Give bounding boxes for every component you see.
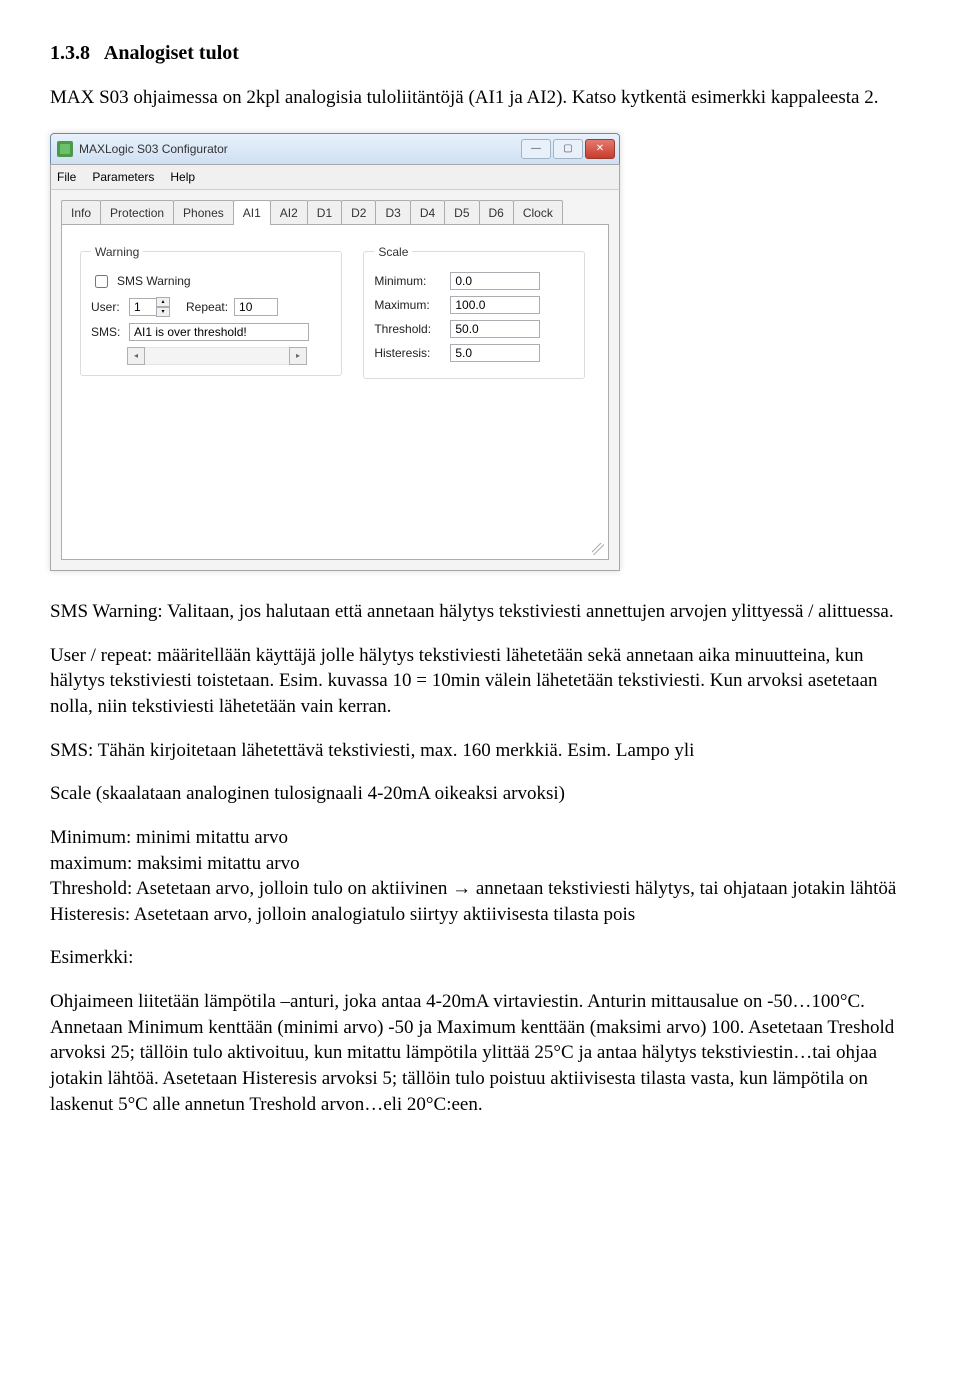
tab-d4[interactable]: D4 — [410, 200, 445, 225]
menu-file[interactable]: File — [57, 169, 76, 185]
histeresis-input[interactable] — [450, 344, 540, 362]
tab-d6[interactable]: D6 — [479, 200, 514, 225]
maximize-button[interactable]: ▢ — [553, 139, 583, 159]
p-example-body: Ohjaimeen liitetään lämpötila –anturi, j… — [50, 989, 910, 1117]
sms-label: SMS: — [91, 324, 123, 340]
configurator-window: MAXLogic S03 Configurator — ▢ ✕ File Par… — [50, 133, 620, 571]
menu-parameters[interactable]: Parameters — [92, 169, 154, 185]
user-label: User: — [91, 299, 123, 315]
maximum-input[interactable] — [450, 296, 540, 314]
p-scale: Scale (skaalataan analoginen tulosignaal… — [50, 781, 910, 807]
repeat-label: Repeat: — [186, 299, 228, 315]
user-input[interactable] — [129, 298, 157, 316]
chevron-left-icon: ◂ — [134, 351, 138, 362]
minimum-label: Minimum: — [374, 273, 444, 289]
tab-d3[interactable]: D3 — [375, 200, 410, 225]
p-threshold: Threshold: Asetetaan arvo, jolloin tulo … — [50, 876, 910, 902]
tab-info[interactable]: Info — [61, 200, 101, 225]
close-button[interactable]: ✕ — [585, 139, 615, 159]
titlebar: MAXLogic S03 Configurator — ▢ ✕ — [50, 133, 620, 164]
p-minimum: Minimum: minimi mitattu arvo — [50, 825, 910, 851]
tab-ai2[interactable]: AI2 — [270, 200, 308, 225]
tab-clock[interactable]: Clock — [513, 200, 563, 225]
user-spin-up[interactable]: ▴ — [156, 297, 170, 307]
p-example-heading: Esimerkki: — [50, 945, 910, 971]
app-icon — [57, 141, 73, 157]
intro-paragraph: MAX S03 ohjaimessa on 2kpl analogisia tu… — [50, 85, 910, 111]
legend-warning: Warning — [91, 244, 143, 260]
sms-warning-label: SMS Warning — [117, 273, 191, 289]
sms-warning-checkbox[interactable] — [95, 275, 108, 288]
menu-help[interactable]: Help — [170, 169, 195, 185]
close-icon: ✕ — [596, 142, 604, 156]
sms-scrollbar-track[interactable] — [145, 347, 289, 365]
tabstrip: Info Protection Phones AI1 AI2 D1 D2 D3 … — [61, 200, 609, 225]
p-user-repeat: User / repeat: määritellään käyttäjä jol… — [50, 643, 910, 720]
user-spin-down[interactable]: ▾ — [156, 307, 170, 317]
window-title: MAXLogic S03 Configurator — [79, 141, 519, 157]
section-heading: 1.3.8 Analogiset tulot — [50, 40, 910, 67]
p-histeresis: Histeresis: Asetetaan arvo, jolloin anal… — [50, 902, 910, 928]
p-maximum: maximum: maksimi mitattu arvo — [50, 851, 910, 877]
fieldset-scale: Scale Minimum: Maximum: Threshold: Histe… — [363, 251, 585, 379]
maximum-label: Maximum: — [374, 297, 444, 313]
tab-protection[interactable]: Protection — [100, 200, 174, 225]
p-sms: SMS: Tähän kirjoitetaan lähetettävä teks… — [50, 738, 910, 764]
section-number: 1.3.8 — [50, 42, 90, 64]
client-area: Info Protection Phones AI1 AI2 D1 D2 D3 … — [50, 190, 620, 571]
p-sms-warning: SMS Warning: Valitaan, jos halutaan että… — [50, 599, 910, 625]
minimum-input[interactable] — [450, 272, 540, 290]
threshold-input[interactable] — [450, 320, 540, 338]
menubar: File Parameters Help — [50, 164, 620, 190]
threshold-label: Threshold: — [374, 321, 444, 337]
tab-d1[interactable]: D1 — [307, 200, 342, 225]
repeat-input[interactable] — [234, 298, 278, 316]
minimize-button[interactable]: — — [521, 139, 551, 159]
fieldset-warning: Warning SMS Warning User: ▴ ▾ Repeat: — [80, 251, 342, 376]
histeresis-label: Histeresis: — [374, 345, 444, 361]
legend-scale: Scale — [374, 244, 412, 260]
sms-input[interactable] — [129, 323, 309, 341]
tab-d5[interactable]: D5 — [444, 200, 479, 225]
tab-ai1[interactable]: AI1 — [233, 200, 271, 225]
section-title: Analogiset tulot — [104, 42, 239, 64]
resize-grip-icon[interactable] — [592, 543, 604, 555]
chevron-right-icon: ▸ — [296, 351, 300, 362]
tabpane-ai1: Warning SMS Warning User: ▴ ▾ Repeat: — [61, 224, 609, 560]
sms-scroll-left[interactable]: ◂ — [127, 347, 145, 365]
tab-phones[interactable]: Phones — [173, 200, 234, 225]
minimize-icon: — — [531, 142, 541, 156]
tab-d2[interactable]: D2 — [341, 200, 376, 225]
sms-scroll-right[interactable]: ▸ — [289, 347, 307, 365]
maximize-icon: ▢ — [563, 142, 572, 156]
